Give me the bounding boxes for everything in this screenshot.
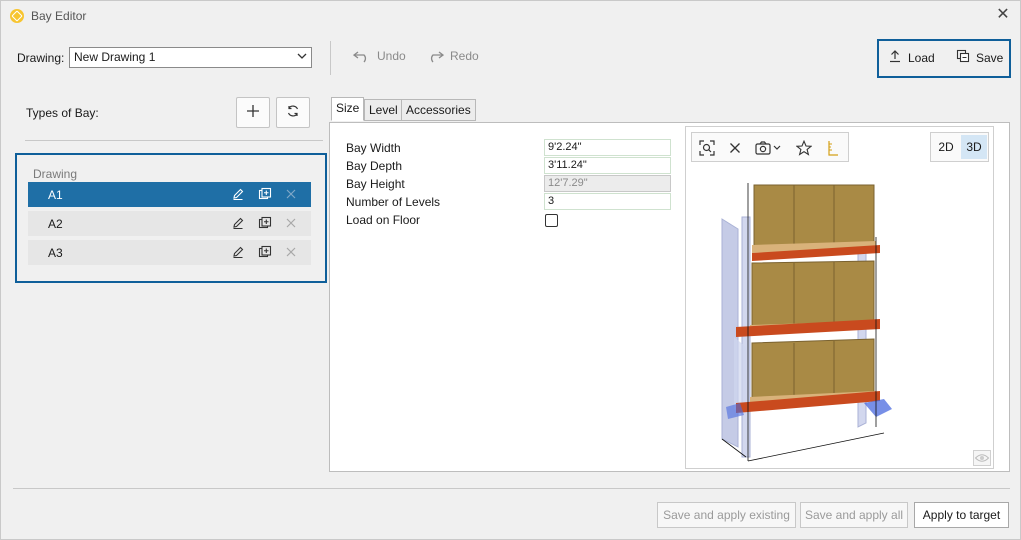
chevron-down-icon [297, 51, 307, 64]
clear-icon[interactable] [727, 140, 743, 156]
view-2d-button[interactable]: 2D [933, 135, 959, 159]
drawing-select-value: New Drawing 1 [74, 50, 156, 64]
group-label: Drawing [33, 167, 78, 181]
undo-button[interactable]: Undo [353, 49, 406, 63]
window-title: Bay Editor [31, 9, 87, 23]
viewer-toolbar [691, 132, 849, 162]
bottom-boxes [751, 338, 875, 400]
zoom-fit-icon[interactable] [699, 140, 715, 156]
app-icon [10, 9, 24, 23]
bay-name: A2 [48, 217, 63, 231]
left-divider [25, 140, 323, 141]
drawing-label: Drawing: [17, 51, 65, 65]
pencil-icon[interactable] [231, 245, 245, 259]
bay-name: A3 [48, 246, 63, 260]
bay-list: Drawing A1 A2 A3 [15, 153, 327, 283]
drawing-select[interactable]: New Drawing 1 [69, 47, 312, 68]
add-bay-button[interactable] [236, 97, 270, 128]
tab-size[interactable]: Size [331, 97, 365, 121]
delete-icon[interactable] [284, 245, 298, 259]
front-left-upright [741, 216, 751, 458]
plus-icon [246, 104, 260, 121]
load-button[interactable]: Load [888, 49, 935, 66]
upload-icon [888, 49, 902, 66]
close-icon[interactable]: ✕ [995, 7, 1011, 23]
top-boxes [753, 184, 875, 248]
types-of-bay-label: Types of Bay: [26, 106, 99, 120]
duplicate-icon[interactable] [258, 187, 272, 201]
bay-name: A1 [48, 188, 63, 202]
apply-to-target-button[interactable]: Apply to target [914, 502, 1009, 528]
visibility-toggle[interactable] [973, 450, 991, 466]
title-bar: Bay Editor ✕ [1, 1, 1020, 31]
load-label: Load [908, 50, 935, 65]
bay-width-label: Bay Width [346, 141, 401, 155]
bay-row-a2[interactable]: A2 [28, 211, 311, 236]
bay-types-panel: Types of Bay: Drawing A1 A2 A3 [13, 89, 327, 488]
bay-row-a3[interactable]: A3 [28, 240, 311, 265]
save-button[interactable]: Save [956, 49, 1003, 66]
camera-icon[interactable] [755, 140, 783, 156]
3d-viewer[interactable]: 2D 3D [685, 126, 994, 469]
load-on-floor-checkbox[interactable] [545, 214, 558, 227]
number-of-levels-label: Number of Levels [346, 195, 441, 209]
bay-height-label: Bay Height [346, 177, 405, 191]
view-3d-button[interactable]: 3D [961, 135, 987, 159]
toolbar: Drawing: New Drawing 1 Undo Redo Load Sa… [1, 39, 1020, 79]
save-icon [956, 49, 970, 66]
toolbar-separator [330, 41, 331, 75]
delete-icon[interactable] [284, 216, 298, 230]
delete-icon[interactable] [284, 187, 298, 201]
rack-3d-model [721, 183, 892, 462]
middle-boxes [751, 260, 875, 328]
tab-accessories[interactable]: Accessories [401, 99, 476, 121]
bay-height-field: 12'7.29" [544, 175, 671, 192]
bay-editor-window: Bay Editor ✕ Drawing: New Drawing 1 Undo… [0, 0, 1021, 540]
load-on-floor-label: Load on Floor [346, 213, 421, 227]
star-icon[interactable] [795, 139, 813, 156]
tab-level[interactable]: Level [364, 99, 403, 121]
save-apply-all-button[interactable]: Save and apply all [800, 502, 908, 528]
footer-divider [13, 488, 1010, 489]
eye-icon [974, 454, 990, 468]
number-of-levels-field[interactable]: 3 [544, 193, 671, 210]
duplicate-icon[interactable] [258, 216, 272, 230]
redo-icon [426, 49, 444, 63]
save-label: Save [976, 50, 1004, 65]
undo-label: Undo [377, 49, 406, 63]
redo-label: Redo [450, 49, 479, 63]
bay-row-a1[interactable]: A1 [28, 182, 311, 207]
bay-depth-field[interactable]: 3'11.24" [544, 157, 671, 174]
view-mode-toggle: 2D 3D [930, 132, 989, 162]
bay-width-field[interactable]: 9'2.24" [544, 139, 671, 156]
size-tab-content: Bay Width 9'2.24" Bay Depth 3'11.24" Bay… [329, 122, 1010, 472]
undo-icon [353, 49, 371, 63]
ruler-icon[interactable] [824, 140, 840, 156]
pencil-icon[interactable] [231, 216, 245, 230]
bay-properties-panel: Size Level Accessories Bay Width 9'2.24"… [329, 97, 1010, 472]
bay-depth-label: Bay Depth [346, 159, 403, 173]
save-apply-existing-button[interactable]: Save and apply existing [657, 502, 796, 528]
pencil-icon[interactable] [231, 187, 245, 201]
redo-button[interactable]: Redo [426, 49, 479, 63]
refresh-button[interactable] [276, 97, 310, 128]
refresh-icon [286, 104, 300, 121]
duplicate-icon[interactable] [258, 245, 272, 259]
